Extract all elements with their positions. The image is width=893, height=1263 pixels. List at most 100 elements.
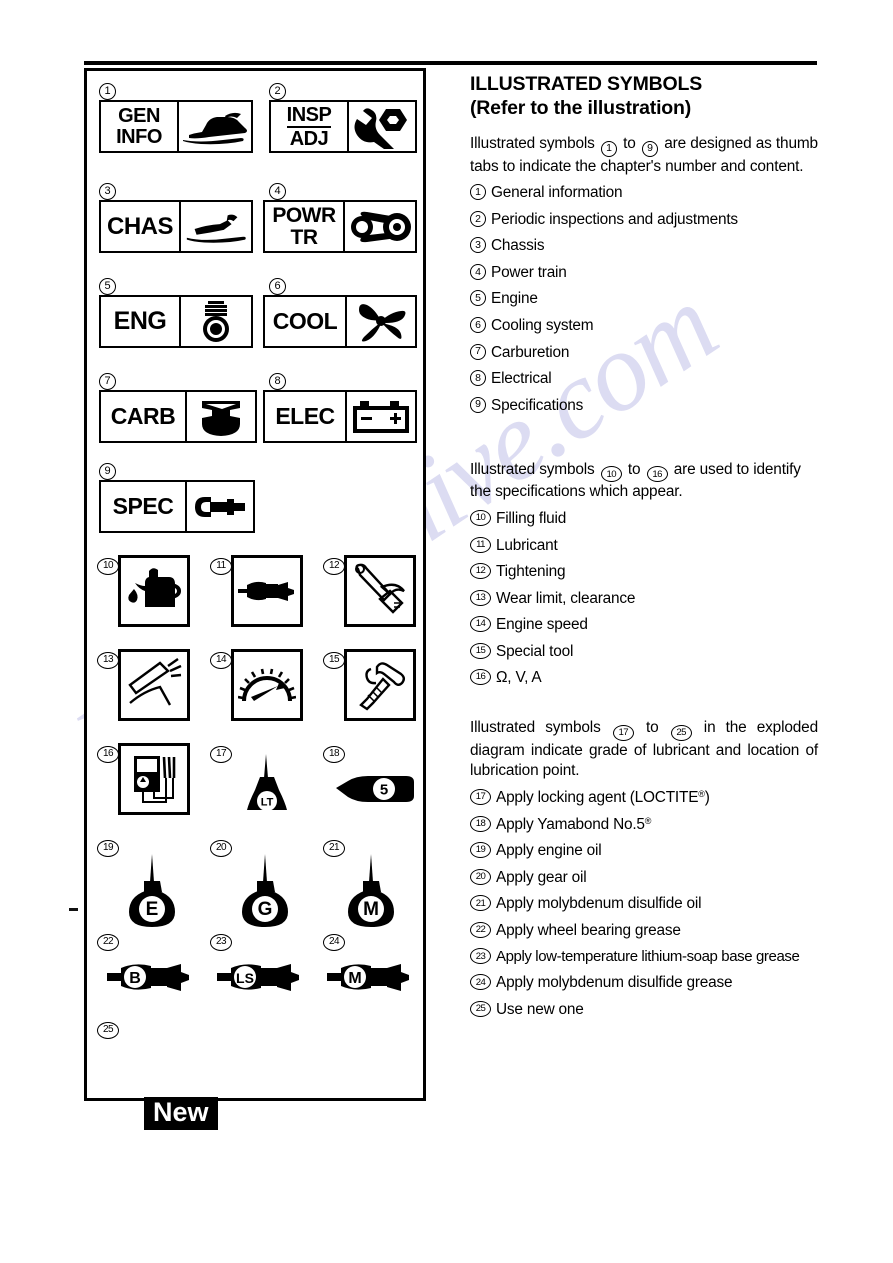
symbol-number-7: 7 (99, 371, 116, 390)
list-label: Apply engine oil (496, 842, 602, 860)
symbol-number-12: 12 (323, 555, 345, 575)
yamabond-tube-5-icon: 5 (332, 766, 422, 812)
list-item: 6 Cooling system (470, 316, 818, 336)
chapter-tab-carburetion[interactable]: CARB (99, 390, 257, 443)
yamabond-mark-label: 5 (380, 782, 388, 799)
list-label: Wear limit, clearance (496, 589, 636, 607)
list-label: Engine speed (496, 616, 588, 634)
chapter-tab-specifications[interactable]: SPEC (99, 480, 255, 533)
intro2-pre: Illustrated symbols (470, 460, 595, 478)
micrometer-icon (185, 482, 253, 531)
multimeter-icon (118, 743, 190, 815)
list-label: Tightening (496, 563, 566, 581)
torque-wrench-icon (344, 555, 416, 627)
intro2-to-number: 16 (646, 466, 668, 483)
list-label: Apply gear oil (496, 868, 587, 886)
list-item: 12 Tightening (470, 562, 818, 582)
intro-paragraph-2: Illustrated symbols 10 to 16 are used to… (470, 460, 818, 503)
list-item: 18 Apply Yamabond No.5® (470, 815, 818, 835)
chapter-tab-label: CHAS (106, 212, 174, 240)
list-label: Cooling system (491, 317, 594, 334)
chassis-ski-icon (179, 202, 251, 251)
list-number: 16 (470, 669, 491, 686)
header-rule (84, 61, 817, 65)
symbol-number-1: 1 (99, 81, 116, 100)
symbol-number-17: 17 (210, 743, 232, 763)
oil-can-pour-icon (118, 555, 190, 627)
chapter-tab-engine[interactable]: ENG (99, 295, 253, 348)
page-title-line1: ILLUSTRATED SYMBOLS (470, 73, 702, 95)
chapter-tab-insp-adj[interactable]: INSP ADJ (269, 100, 417, 153)
symbol-number-16: 16 (97, 743, 119, 763)
intro2-from-number: 10 (600, 466, 622, 483)
wrench-bolt-icon (347, 102, 415, 151)
chapter-tab-cooling[interactable]: COOL (263, 295, 417, 348)
list-number: 24 (470, 974, 491, 991)
chapter-tab-power-train[interactable]: POWR TR (263, 200, 417, 253)
symbol-number-23: 23 (210, 931, 232, 951)
specification-list: 10 Filling fluid 11 Lubricant 12 Tighten… (470, 509, 818, 688)
list-number: 2 (470, 210, 486, 227)
list-item: 9 Specifications (470, 396, 818, 416)
chapter-tab-label: SPEC (112, 493, 174, 519)
symbol-number-11: 11 (210, 555, 232, 575)
illustrated-symbols-section: ILLUSTRATED SYMBOLS (Refer to the illust… (470, 72, 818, 1020)
list-number: 8 (470, 370, 486, 387)
list-item: 19 Apply engine oil (470, 841, 818, 861)
chapter-tab-gen-info[interactable]: GEN INFO (99, 100, 253, 153)
symbol-number-18: 18 (323, 743, 345, 763)
chapter-tab-label: INSP ADJ (286, 103, 332, 150)
chapter-tab-label: CARB (110, 403, 176, 429)
symbol-number-15: 15 (323, 649, 345, 669)
list-number: 11 (470, 536, 491, 553)
symbol-number-14: 14 (210, 649, 232, 669)
list-item: 21 Apply molybdenum disulfide oil (470, 894, 818, 914)
list-label: General information (491, 184, 623, 202)
list-number: 10 (470, 510, 491, 527)
list-item: 1 General information (470, 183, 818, 203)
list-label: Use new one (496, 1000, 584, 1018)
intro3-mid: to (645, 719, 659, 737)
lubricant-list: 17 Apply locking agent (LOCTITE®) 18 App… (470, 788, 818, 1020)
manual-page: 1 GEN INFO 2 INSP ADJ 3 CHAS 4 POWR TR 5… (0, 0, 893, 1263)
list-label: Apply wheel bearing grease (496, 921, 681, 939)
list-label: Ω, V, A (496, 669, 542, 687)
chapter-tab-electrical[interactable]: ELEC (263, 390, 417, 443)
list-label: Periodic inspections and adjustments (491, 210, 738, 228)
drive-belt-pulley-icon (343, 202, 415, 251)
list-number: 15 (470, 642, 491, 659)
symbol-number-6: 6 (269, 276, 286, 295)
intro1-mid: to (623, 135, 636, 153)
list-number: 21 (470, 895, 491, 912)
page-title-line2: (Refer to the illustration) (470, 97, 692, 120)
chapter-list: 1 General information 2 Periodic inspect… (470, 183, 818, 415)
list-item: 25 Use new one (470, 1000, 818, 1020)
list-item: 17 Apply locking agent (LOCTITE®) (470, 788, 818, 808)
symbol-number-13: 13 (97, 649, 119, 669)
list-item: 5 Engine (470, 289, 818, 309)
list-item: 11 Lubricant (470, 536, 818, 556)
loctite-mark-label: LT (261, 797, 274, 809)
margin-tick-mark (69, 908, 78, 911)
fan-icon (345, 297, 415, 346)
list-number: 7 (470, 343, 486, 360)
intro1-from-number: 1 (600, 140, 617, 157)
symbol-number-3: 3 (99, 181, 116, 200)
chapter-tab-chassis[interactable]: CHAS (99, 200, 253, 253)
symbol-number-10: 10 (97, 555, 119, 575)
list-number: 13 (470, 589, 491, 606)
intro2-mid: to (627, 460, 641, 478)
list-number: 12 (470, 563, 491, 580)
list-label: Lubricant (496, 536, 558, 554)
intro-paragraph-3: Illustrated symbols 17 to 25 in the expl… (470, 718, 818, 781)
list-item: 16 Ω, V, A (470, 668, 818, 688)
list-item: 20 Apply gear oil (470, 868, 818, 888)
list-number: 25 (470, 1000, 491, 1017)
intro1-to-number: 9 (641, 140, 658, 157)
list-label: Power train (491, 263, 567, 281)
tachometer-icon (231, 649, 303, 721)
lubricant-mark-label: E (146, 899, 159, 920)
list-label: Apply locking agent (LOCTITE®) (496, 789, 710, 807)
list-label: Filling fluid (496, 510, 567, 528)
list-label: Apply molybdenum disulfide grease (496, 974, 733, 992)
